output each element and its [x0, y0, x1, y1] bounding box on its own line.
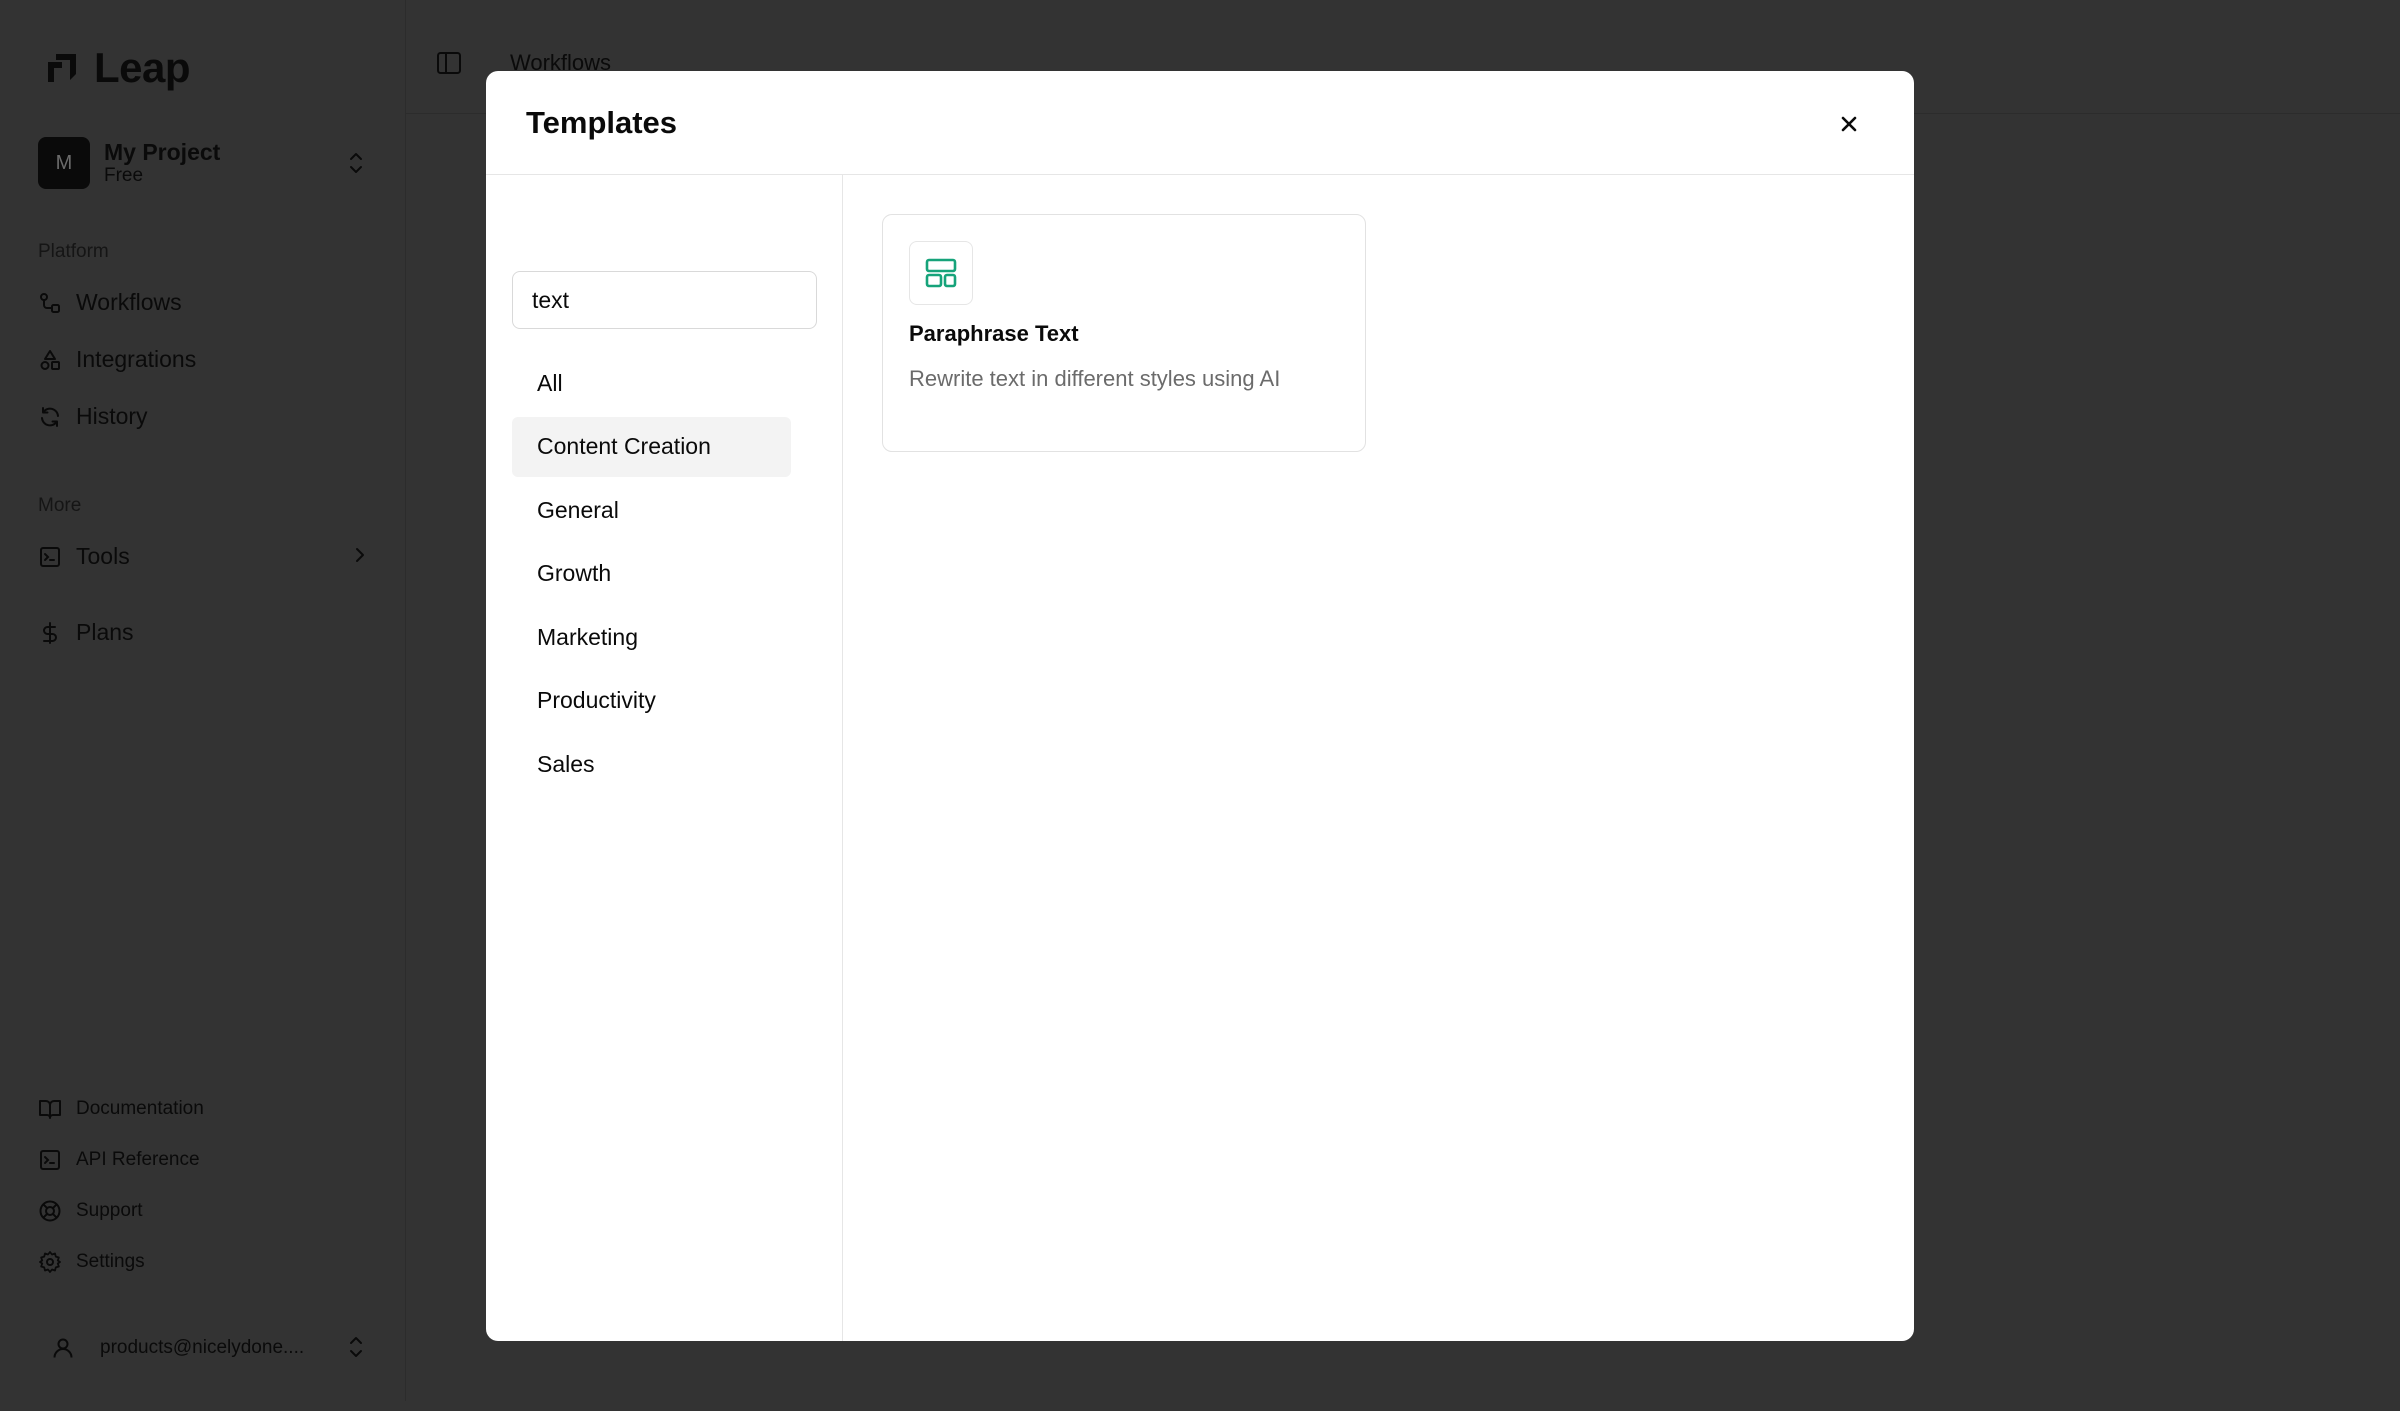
category-productivity[interactable]: Productivity — [512, 671, 791, 731]
terminal-icon — [40, 1150, 60, 1170]
category-list: All Content Creation General Growth Mark… — [512, 353, 791, 798]
nav-item-integrations[interactable]: Integrations — [38, 346, 196, 373]
nav-item-label: Plans — [76, 619, 134, 645]
user-email: products@nicelydone.... — [100, 1337, 305, 1358]
category-general[interactable]: General — [512, 480, 791, 540]
nav-item-plans[interactable]: Plans — [38, 619, 134, 646]
nav-item-settings[interactable]: Settings — [38, 1250, 145, 1274]
chevrons-up-down-icon — [350, 1337, 362, 1357]
project-plan: Free — [104, 165, 144, 186]
modal-title: Templates — [526, 105, 678, 140]
chevron-right-icon[interactable] — [350, 545, 370, 565]
nav-item-label: Documentation — [76, 1098, 204, 1119]
project-switcher[interactable]: M My Project Free — [38, 136, 368, 190]
category-panel: All Content Creation General Growth Mark… — [486, 175, 843, 1341]
template-title: Paraphrase Text — [909, 321, 1079, 346]
gear-icon — [39, 1251, 61, 1273]
leap-logo-icon — [48, 54, 76, 82]
sidebar: Leap M My Project Free Platform Workflow… — [0, 0, 405, 1411]
sidebar-toggle-icon[interactable] — [436, 50, 462, 76]
section-label-platform: Platform — [38, 241, 109, 262]
brand-name: Leap — [94, 44, 191, 91]
nav-item-label: Integrations — [76, 346, 197, 372]
category-growth[interactable]: Growth — [512, 544, 791, 604]
nav-item-workflows[interactable]: Workflows — [38, 289, 182, 316]
nav-item-label: Settings — [76, 1251, 145, 1272]
category-marketing[interactable]: Marketing — [512, 607, 791, 667]
close-icon — [1841, 116, 1857, 132]
nav-item-label: Tools — [76, 543, 130, 569]
lifebuoy-icon — [39, 1200, 61, 1222]
book-icon — [39, 1100, 61, 1119]
nav-item-documentation[interactable]: Documentation — [38, 1097, 204, 1121]
nav-item-label: API Reference — [76, 1149, 200, 1170]
close-button[interactable] — [1832, 107, 1866, 141]
template-description: Rewrite text in different styles using A… — [909, 366, 1281, 391]
workflow-icon — [40, 292, 60, 313]
nav-item-history[interactable]: History — [38, 403, 148, 430]
nav-item-support[interactable]: Support — [38, 1199, 143, 1223]
layout-icon — [925, 258, 957, 288]
nav-item-tools[interactable]: Tools — [38, 543, 130, 570]
project-avatar: M — [38, 137, 90, 189]
refresh-icon — [41, 406, 59, 427]
template-icon-box — [909, 241, 973, 305]
user-icon — [53, 1338, 73, 1358]
category-sales[interactable]: Sales — [512, 734, 791, 794]
templates-modal: Templates All Content Creation General G… — [486, 71, 1914, 1341]
nav-item-label: Support — [76, 1200, 143, 1221]
category-content-creation[interactable]: Content Creation — [512, 416, 791, 477]
category-all[interactable]: All — [512, 353, 791, 413]
nav-item-label: History — [76, 403, 148, 429]
chevrons-up-down-icon — [350, 153, 362, 173]
nav-item-api-reference[interactable]: API Reference — [38, 1148, 200, 1172]
shapes-icon — [40, 349, 60, 370]
brand[interactable]: Leap — [42, 44, 191, 92]
template-search-input[interactable] — [512, 271, 817, 329]
section-label-more: More — [38, 495, 82, 516]
project-name: My Project — [104, 139, 221, 165]
modal-header: Templates — [486, 71, 1914, 175]
terminal-icon — [40, 546, 60, 567]
template-card-paraphrase-text[interactable]: Paraphrase Text Rewrite text in differen… — [882, 214, 1366, 452]
dollar-icon — [43, 621, 57, 644]
user-menu[interactable]: products@nicelydone.... — [38, 1326, 368, 1370]
nav-item-label: Workflows — [76, 289, 182, 315]
